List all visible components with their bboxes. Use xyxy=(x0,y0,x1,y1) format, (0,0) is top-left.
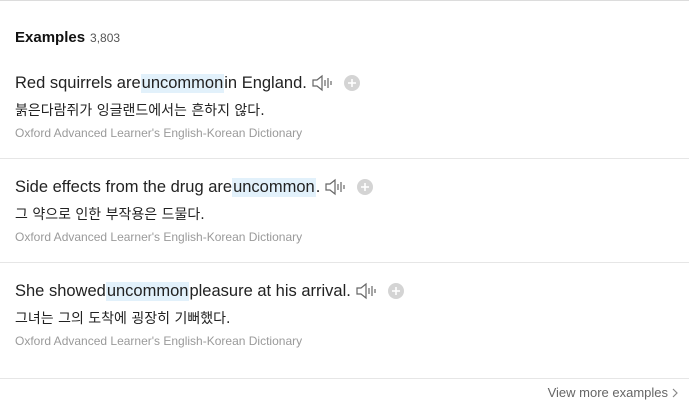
view-more-link[interactable]: View more examples xyxy=(548,385,679,400)
highlighted-word: uncommon xyxy=(105,281,190,301)
speaker-icon[interactable] xyxy=(311,73,335,93)
example-translation: 붉은다람쥐가 잉글랜드에서는 흔하지 않다. xyxy=(15,103,265,119)
example-item: Red squirrels are uncommon in England. 붉… xyxy=(0,55,689,159)
examples-title: Examples xyxy=(15,29,86,46)
example-sentence: She showed uncommon pleasure at his arri… xyxy=(15,279,405,303)
example-translation: 그 약으로 인한 부작용은 드물다. xyxy=(15,207,205,223)
top-divider xyxy=(0,0,689,1)
example-source: Oxford Advanced Learner's English-Korean… xyxy=(15,230,303,244)
sentence-text: She showed xyxy=(15,281,106,300)
plus-circle-icon[interactable] xyxy=(387,282,405,300)
plus-circle-icon[interactable] xyxy=(356,178,374,196)
example-item: Side effects from the drug are uncommon.… xyxy=(0,159,689,263)
footer-divider xyxy=(0,378,689,379)
sentence-text: Side effects from the drug are xyxy=(15,177,233,196)
plus-circle-icon[interactable] xyxy=(343,74,361,92)
example-source: Oxford Advanced Learner's English-Korean… xyxy=(15,334,303,348)
highlighted-word: uncommon xyxy=(140,73,225,93)
sentence-text: . xyxy=(315,177,321,196)
example-sentence: Side effects from the drug are uncommon. xyxy=(15,175,374,199)
view-more-label: View more examples xyxy=(547,385,668,400)
example-item: She showed uncommon pleasure at his arri… xyxy=(0,263,689,367)
example-sentence: Red squirrels are uncommon in England. xyxy=(15,71,361,95)
speaker-icon[interactable] xyxy=(355,281,379,301)
examples-count: 3,803 xyxy=(90,31,121,45)
examples-header: Examples 3,803 xyxy=(15,29,120,46)
example-translation: 그녀는 그의 도착에 굉장히 기뻐했다. xyxy=(15,311,231,327)
sentence-text: Red squirrels are xyxy=(15,73,141,92)
sentence-text: in England. xyxy=(224,73,307,92)
speaker-icon[interactable] xyxy=(324,177,348,197)
highlighted-word: uncommon xyxy=(232,177,316,197)
sentence-text: pleasure at his arrival. xyxy=(189,281,351,300)
example-source: Oxford Advanced Learner's English-Korean… xyxy=(15,126,303,140)
chevron-right-icon xyxy=(671,387,679,399)
